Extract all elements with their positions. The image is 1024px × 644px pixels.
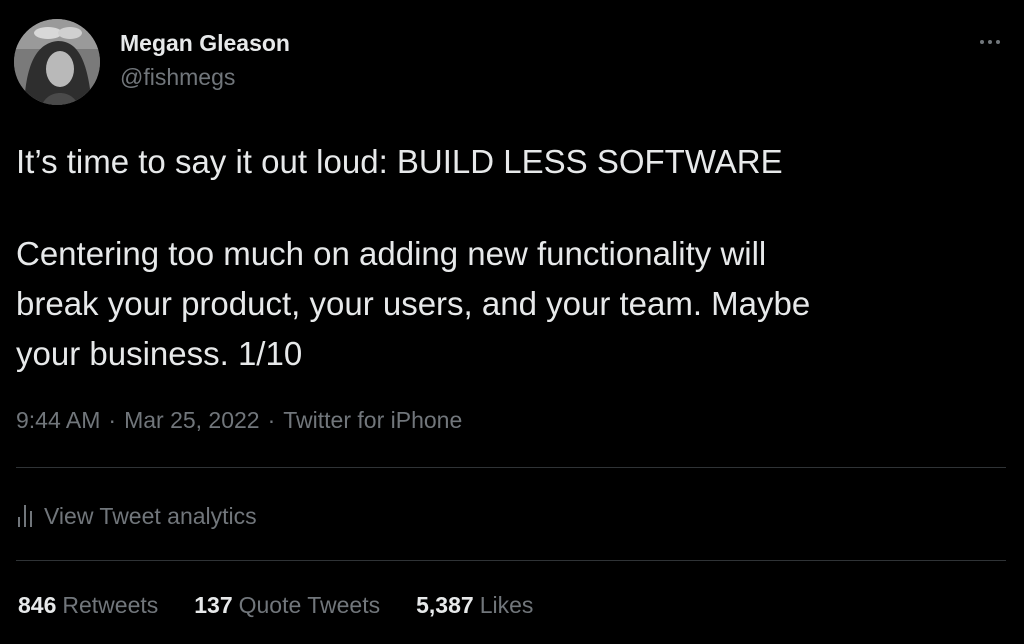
tweet-stats: 846 Retweets 137 Quote Tweets 5,387 Likes [18, 592, 533, 619]
view-analytics-button[interactable]: View Tweet analytics [18, 500, 257, 532]
author-handle[interactable]: @fishmegs [120, 64, 235, 91]
avatar[interactable] [14, 19, 100, 105]
divider [16, 560, 1006, 561]
tweet-text-line: Centering too much on adding new functio… [16, 235, 767, 272]
tweet-meta: 9:44 AM · Mar 25, 2022 · Twitter for iPhone [16, 407, 462, 434]
retweets-stat[interactable]: 846 Retweets [18, 592, 158, 619]
meta-separator: · [267, 407, 276, 433]
quote-tweets-label: Quote Tweets [238, 592, 381, 618]
quote-tweets-stat[interactable]: 137 Quote Tweets [194, 592, 380, 619]
tweet-text-line: It’s time to say it out loud: BUILD LESS… [16, 143, 783, 180]
tweet-time[interactable]: 9:44 AM [16, 407, 100, 433]
author-name[interactable]: Megan Gleason [120, 30, 290, 57]
meta-separator: · [108, 407, 117, 433]
more-options-icon[interactable] [972, 28, 1008, 56]
analytics-label: View Tweet analytics [44, 502, 257, 529]
likes-label: Likes [479, 592, 534, 618]
divider [16, 467, 1006, 468]
tweet-text-line: break your product, your users, and your… [16, 285, 811, 322]
tweet-source[interactable]: Twitter for iPhone [283, 407, 462, 433]
analytics-bars-icon [18, 505, 32, 527]
quote-tweets-count: 137 [194, 592, 233, 618]
avatar-image [14, 19, 100, 105]
likes-count: 5,387 [416, 592, 474, 618]
retweets-count: 846 [18, 592, 57, 618]
retweets-label: Retweets [62, 592, 159, 618]
tweet-date[interactable]: Mar 25, 2022 [124, 407, 260, 433]
tweet-card: Megan Gleason @fishmegs It’s time to say… [0, 0, 1024, 644]
likes-stat[interactable]: 5,387 Likes [416, 592, 533, 619]
tweet-text-line: your business. 1/10 [16, 335, 303, 372]
